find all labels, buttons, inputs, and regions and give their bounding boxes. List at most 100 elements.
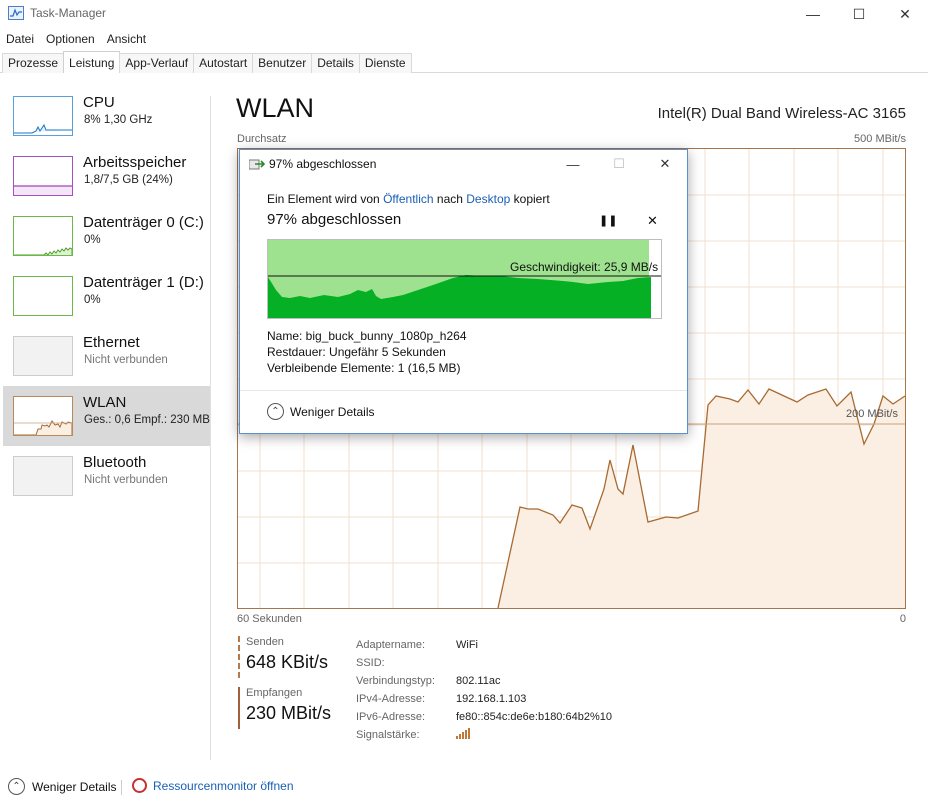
tab-processes[interactable]: Prozesse xyxy=(2,53,65,73)
minimize-button[interactable]: — xyxy=(790,0,836,28)
page-title: WLAN xyxy=(236,93,315,123)
dialog-maximize-button[interactable]: ☐ xyxy=(596,150,642,178)
time-axis-left: 60 Sekunden xyxy=(237,613,302,625)
progress-text: 97% abgeschlossen xyxy=(267,211,402,228)
sidebar-item-label: Datenträger 1 (D:) xyxy=(83,274,204,291)
sidebar-item-sub: Ges.: 0,6 Empf.: 230 MB xyxy=(84,414,210,426)
tab-startup[interactable]: Autostart xyxy=(193,53,254,73)
close-icon: ✕ xyxy=(659,156,671,171)
sidebar-item-disk1[interactable]: Datenträger 1 (D:) 0% xyxy=(3,266,210,326)
tab-details[interactable]: Details xyxy=(311,53,360,73)
menu-options[interactable]: Optionen xyxy=(40,30,101,48)
copy-icon xyxy=(249,159,265,170)
sidebar-item-bluetooth[interactable]: Bluetooth Nicht verbunden xyxy=(3,446,210,506)
bluetooth-thumbnail xyxy=(13,456,73,496)
sidebar-item-label: CPU xyxy=(83,94,115,111)
menu-bar: Datei Optionen Ansicht xyxy=(0,30,152,48)
dialog-close-button[interactable]: ✕ xyxy=(642,150,688,178)
title-bar: Task-Manager — ☐ ✕ xyxy=(0,0,928,28)
target-folder-link[interactable]: Desktop xyxy=(466,192,510,206)
graph-mid-label: 200 MBit/s xyxy=(846,408,898,420)
file-name-row: Name: big_buck_bunny_1080p_h264 xyxy=(267,329,467,343)
property-row: IPv6-Adresse: fe80::854c:de6e:b180:64b2%… xyxy=(356,708,612,726)
pause-icon: ❚❚ xyxy=(599,215,618,227)
sidebar-item-wlan[interactable]: WLAN Ges.: 0,6 Empf.: 230 MB xyxy=(3,386,210,446)
property-label: Signalstärke: xyxy=(356,729,420,741)
wlan-thumbnail xyxy=(13,396,73,436)
property-row: SSID: xyxy=(356,654,612,672)
copy-source-text: Ein Element wird von Öffentlich nach Des… xyxy=(267,192,550,206)
time-axis-right: 0 xyxy=(899,613,906,625)
cancel-icon: ✕ xyxy=(647,213,658,228)
dialog-divider xyxy=(240,390,687,391)
maximize-icon: ☐ xyxy=(613,156,625,171)
sidebar-item-label: Bluetooth xyxy=(83,454,147,471)
copy-suffix: kopiert xyxy=(513,192,550,206)
minimize-icon: — xyxy=(806,6,820,22)
speed-label: Geschwindigkeit: 25,9 MB/s xyxy=(510,260,659,274)
resource-monitor-link[interactable]: Ressourcenmonitor öffnen xyxy=(132,778,294,793)
source-folder-link[interactable]: Öffentlich xyxy=(383,192,433,206)
copy-details: Name: big_buck_bunny_1080p_h264 Restdaue… xyxy=(267,329,467,377)
ethernet-thumbnail xyxy=(13,336,73,376)
task-manager-icon xyxy=(8,6,24,20)
sidebar-item-sub: 0% xyxy=(84,234,101,246)
menu-file[interactable]: Datei xyxy=(0,30,40,48)
sidebar-item-cpu[interactable]: CPU 8% 1,30 GHz xyxy=(3,86,210,146)
copy-prefix: Ein Element wird von xyxy=(267,192,380,206)
sidebar-item-label: WLAN xyxy=(83,394,127,411)
property-label: Verbindungstyp: xyxy=(356,675,435,687)
disk1-thumbnail xyxy=(13,276,73,316)
property-value: 802.11ac xyxy=(456,675,501,687)
sidebar-item-sub: Nicht verbunden xyxy=(84,474,168,486)
cancel-button[interactable]: ✕ xyxy=(647,213,658,229)
less-details-button[interactable]: ⌃ Weniger Details xyxy=(8,778,116,795)
receive-value: 230 MBit/s xyxy=(246,703,332,723)
chevron-up-icon: ⌃ xyxy=(267,403,284,420)
signal-strength-icon xyxy=(456,728,470,742)
dialog-less-details-button[interactable]: ⌃ Weniger Details xyxy=(267,403,374,420)
tab-services[interactable]: Dienste xyxy=(358,53,412,73)
sidebar-item-sub: 1,8/7,5 GB (24%) xyxy=(84,174,173,186)
graph-label: Durchsatz xyxy=(237,133,287,145)
property-label: Adaptername: xyxy=(356,639,426,651)
memory-thumbnail xyxy=(13,156,73,196)
send-label: Senden xyxy=(246,636,284,648)
copy-progress-dialog: 97% abgeschlossen — ☐ ✕ Ein Element wird… xyxy=(239,149,688,434)
property-value: 192.168.1.103 xyxy=(456,693,527,705)
close-icon: ✕ xyxy=(899,5,911,22)
tab-users[interactable]: Benutzer xyxy=(252,53,313,73)
resource-monitor-icon xyxy=(132,778,147,793)
property-row: Signalstärke: xyxy=(356,726,612,744)
chevron-up-icon: ⌃ xyxy=(8,778,25,795)
sidebar-item-memory[interactable]: Arbeitsspeicher 1,8/7,5 GB (24%) xyxy=(3,146,210,206)
dialog-title-bar: 97% abgeschlossen — ☐ ✕ xyxy=(240,150,687,178)
dialog-title: 97% abgeschlossen xyxy=(269,157,377,171)
send-value: 648 KBit/s xyxy=(246,652,329,672)
property-row: Adaptername: WiFi xyxy=(356,636,612,654)
property-row: IPv4-Adresse: 192.168.1.103 xyxy=(356,690,612,708)
adapter-properties: Adaptername: WiFi SSID: Verbindungstyp: … xyxy=(356,636,612,744)
sidebar-item-ethernet[interactable]: Ethernet Nicht verbunden xyxy=(3,326,210,386)
dialog-less-details-label: Weniger Details xyxy=(290,404,375,419)
window-title: Task-Manager xyxy=(30,6,107,20)
sidebar-item-label: Arbeitsspeicher xyxy=(83,154,187,171)
tab-performance[interactable]: Leistung xyxy=(63,51,121,73)
property-value: WiFi xyxy=(456,639,478,651)
sidebar-item-sub: 0% xyxy=(84,294,101,306)
receive-label: Empfangen xyxy=(246,687,303,699)
graph-max-label: 500 MBit/s xyxy=(854,133,906,145)
minimize-icon: — xyxy=(566,156,580,172)
close-button[interactable]: ✕ xyxy=(882,0,928,28)
pause-button[interactable]: ❚❚ xyxy=(599,214,617,227)
receive-stat: Empfangen 230 MBit/s xyxy=(238,687,331,729)
dialog-minimize-button[interactable]: — xyxy=(550,150,596,178)
menu-view[interactable]: Ansicht xyxy=(101,30,152,48)
sidebar-item-disk0[interactable]: Datenträger 0 (C:) 0% xyxy=(3,206,210,266)
disk0-thumbnail xyxy=(13,216,73,256)
tab-app-history[interactable]: App-Verlauf xyxy=(119,53,195,73)
maximize-button[interactable]: ☐ xyxy=(836,0,882,28)
copy-speed-graph: Geschwindigkeit: 25,9 MB/s xyxy=(267,239,662,319)
sidebar-item-label: Datenträger 0 (C:) xyxy=(83,214,204,231)
less-details-label: Weniger Details xyxy=(32,779,117,794)
